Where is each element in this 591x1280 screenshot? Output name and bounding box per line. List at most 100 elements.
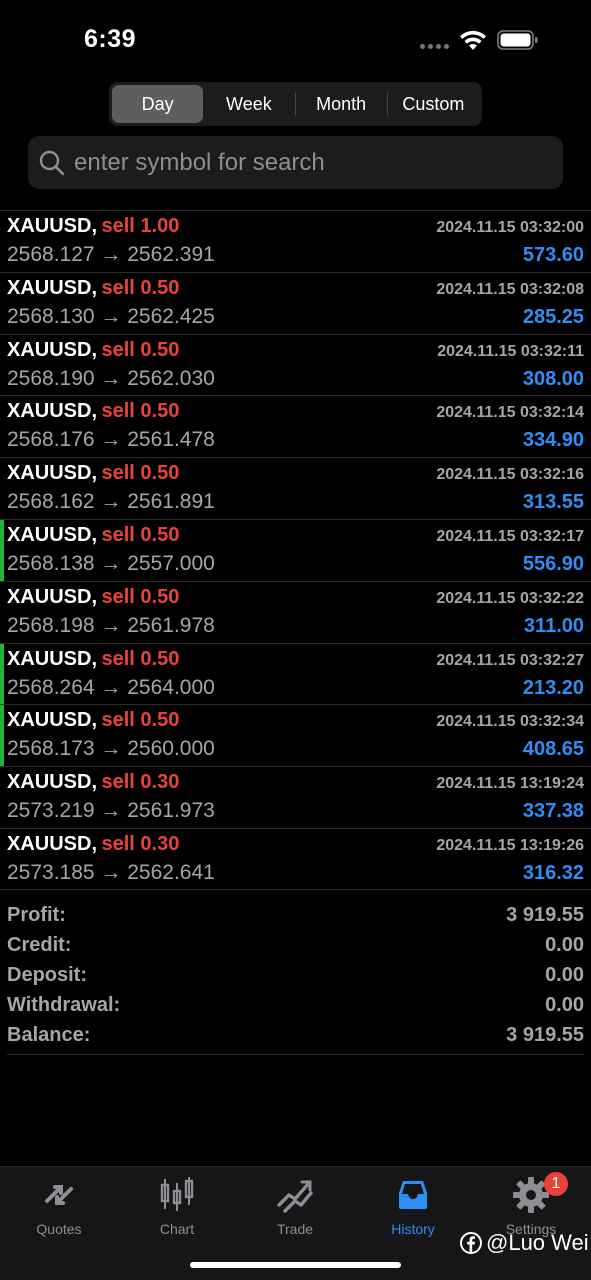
trade-profit: 337.38 xyxy=(522,800,584,823)
summary-divider xyxy=(7,1054,584,1055)
trade-side: sell 0.50 xyxy=(101,462,180,485)
trade-side: sell 0.50 xyxy=(101,338,180,361)
trade-prices: 2573.185 → 2562.641 xyxy=(7,860,215,884)
trade-symbol: XAUUSD, xyxy=(7,276,98,299)
trade-row[interactable]: XAUUSD, sell 0.50 2024.11.15 03:32:08 2568… xyxy=(0,271,591,334)
summary-value: 0.00 xyxy=(545,933,584,956)
trade-icon xyxy=(277,1180,313,1213)
trade-symbol: XAUUSD, xyxy=(7,709,98,732)
status-time: 6:39 xyxy=(84,25,137,53)
trade-prices: 2568.198 → 2561.978 xyxy=(7,613,215,637)
trade-profit: 213.20 xyxy=(522,676,584,699)
trade-profit: 308.00 xyxy=(522,367,584,390)
trade-profit: 408.65 xyxy=(522,738,584,761)
tab-history[interactable]: History xyxy=(354,1175,472,1237)
trade-date: 2024.11.15 03:32:11 xyxy=(437,342,584,360)
trade-profit: 311.00 xyxy=(523,614,584,637)
trade-side: sell 0.50 xyxy=(101,709,180,732)
trade-date: 2024.11.15 03:32:14 xyxy=(436,404,584,422)
facebook-icon xyxy=(460,1232,482,1254)
trade-prices: 2568.162 → 2561.891 xyxy=(7,490,215,514)
segment-custom[interactable]: Custom xyxy=(388,85,479,123)
watermark: @Luo Wei xyxy=(460,1230,589,1256)
trade-row[interactable]: XAUUSD, sell 0.50 2024.11.15 03:32:17 2568… xyxy=(0,518,591,581)
trade-side: sell 0.30 xyxy=(101,832,180,855)
trade-profit: 334.90 xyxy=(522,429,584,452)
tab-quotes[interactable]: Quotes xyxy=(0,1175,118,1237)
period-segmented-control: Day Week Month Custom xyxy=(109,82,482,126)
trade-symbol: XAUUSD, xyxy=(7,832,98,855)
quotes-icon xyxy=(45,1185,73,1205)
trade-symbol: XAUUSD, xyxy=(7,771,98,794)
trade-date: 2024.11.15 13:19:26 xyxy=(436,836,584,854)
tab-label: History xyxy=(391,1221,435,1237)
tab-chart[interactable]: Chart xyxy=(118,1175,236,1237)
trade-row[interactable]: XAUUSD, sell 0.50 2024.11.15 03:32:34 2568… xyxy=(0,704,591,766)
trade-symbol: XAUUSD, xyxy=(7,215,98,237)
summary-row: Profit: 3 919.55 xyxy=(0,900,591,930)
search-bar[interactable] xyxy=(28,136,563,189)
trade-date: 2024.11.15 03:32:27 xyxy=(436,651,584,669)
chart-icon xyxy=(160,1177,194,1211)
tab-settings[interactable]: 1 Settings xyxy=(472,1172,590,1237)
trade-side: sell 1.00 xyxy=(101,215,180,237)
summary-row: Credit: 0.00 xyxy=(0,930,591,960)
trade-row[interactable]: XAUUSD, sell 0.50 2024.11.15 03:32:14 2568… xyxy=(0,395,591,457)
summary-label: Profit: xyxy=(7,903,66,926)
trade-prices: 2568.127 → 2562.391 xyxy=(7,243,215,266)
trade-profit: 313.55 xyxy=(522,491,584,514)
trade-row[interactable]: XAUUSD, sell 0.50 2024.11.15 03:32:16 2568… xyxy=(0,457,591,519)
cellular-signal-icon xyxy=(420,44,449,49)
trade-symbol: XAUUSD, xyxy=(7,585,98,608)
history-icon xyxy=(399,1181,427,1209)
segment-month[interactable]: Month xyxy=(296,85,387,123)
notification-badge: 1 xyxy=(544,1172,568,1196)
trade-side: sell 0.50 xyxy=(101,276,180,299)
trade-side: sell 0.30 xyxy=(101,771,180,794)
status-bar: 6:39 xyxy=(0,0,591,80)
trade-symbol: XAUUSD, xyxy=(7,338,98,361)
trade-symbol: XAUUSD, xyxy=(7,523,98,546)
history-summary: Profit: 3 919.55 Credit: 0.00 Deposit: 0.00 Wi… xyxy=(0,889,591,1051)
segment-week[interactable]: Week xyxy=(203,85,294,123)
tab-label: Trade xyxy=(276,1221,314,1237)
trade-symbol: XAUUSD, xyxy=(7,462,98,485)
trade-symbol: XAUUSD, xyxy=(7,647,98,670)
trade-date: 2024.11.15 03:32:34 xyxy=(436,713,584,731)
trade-prices: 2568.264 → 2564.000 xyxy=(7,675,215,699)
trade-date: 2024.11.15 03:32:00 xyxy=(436,219,584,236)
trade-row[interactable]: XAUUSD, sell 0.30 2024.11.15 13:19:24 2573… xyxy=(0,766,591,828)
trade-date: 2024.11.15 03:32:08 xyxy=(436,280,584,298)
trade-date: 2024.11.15 13:19:24 xyxy=(436,775,584,793)
summary-row: Deposit: 0.00 xyxy=(0,960,591,990)
trade-side: sell 0.50 xyxy=(101,523,180,546)
tab-trade[interactable]: Trade xyxy=(236,1175,354,1237)
home-indicator[interactable] xyxy=(190,1262,401,1268)
trade-date: 2024.11.15 03:32:17 xyxy=(436,527,584,545)
summary-label: Withdrawal: xyxy=(7,994,121,1017)
battery-icon xyxy=(497,30,538,50)
trade-side: sell 0.50 xyxy=(101,647,180,670)
summary-value: 0.00 xyxy=(545,994,584,1017)
trade-prices: 2568.138 → 2557.000 xyxy=(7,551,215,575)
search-icon xyxy=(39,150,65,175)
summary-label: Deposit: xyxy=(7,963,87,986)
tab-label: Quotes xyxy=(36,1221,82,1237)
trade-row[interactable]: XAUUSD, sell 0.50 2024.11.15 03:32:22 2568… xyxy=(0,580,591,643)
trade-profit: 285.25 xyxy=(522,305,584,328)
trade-date: 2024.11.15 03:32:16 xyxy=(436,466,584,484)
trade-prices: 2568.190 → 2562.030 xyxy=(7,366,215,390)
trade-history-list: XAUUSD, sell 1.00 2024.11.15 03:32:00 2568… xyxy=(0,210,591,890)
search-input[interactable] xyxy=(74,148,534,177)
trade-profit: 573.60 xyxy=(522,244,584,266)
segment-day[interactable]: Day xyxy=(112,85,204,123)
wifi-icon xyxy=(460,30,486,50)
trade-row[interactable]: XAUUSD, sell 0.50 2024.11.15 03:32:11 2568… xyxy=(0,333,591,396)
trade-row[interactable]: XAUUSD, sell 1.00 2024.11.15 03:32:00 2568… xyxy=(0,210,591,272)
tab-label: Chart xyxy=(159,1221,195,1237)
trade-row[interactable]: XAUUSD, sell 0.50 2024.11.15 03:32:27 2568… xyxy=(0,642,591,705)
trade-side: sell 0.50 xyxy=(101,400,180,423)
trade-row[interactable]: XAUUSD, sell 0.30 2024.11.15 13:19:26 2573… xyxy=(0,827,591,890)
trade-date: 2024.11.15 03:32:22 xyxy=(436,589,584,607)
summary-label: Credit: xyxy=(7,933,72,956)
